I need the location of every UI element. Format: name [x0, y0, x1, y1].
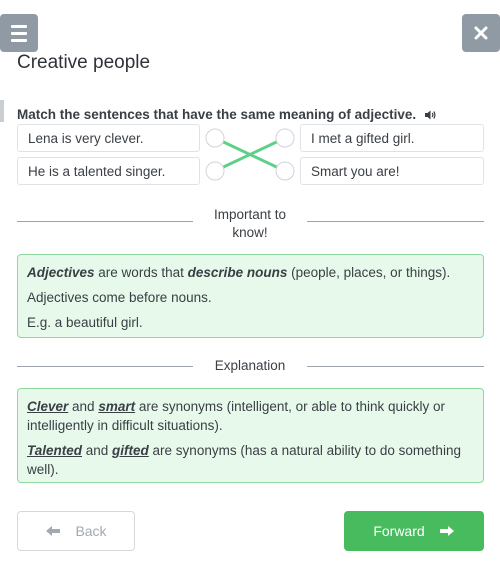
explanation-paragraph-2: Talented and gifted are synonyms (has a …: [27, 443, 461, 477]
menu-button[interactable]: [0, 14, 38, 52]
divider-right: [307, 221, 484, 222]
back-button[interactable]: Back: [17, 511, 135, 551]
accent-bar: [0, 100, 4, 122]
divider-left: [17, 221, 193, 222]
term-smart: smart: [98, 399, 136, 414]
arrow-left-icon: [46, 526, 61, 536]
forward-button[interactable]: Forward: [344, 511, 484, 551]
right-connector-2: [275, 161, 295, 181]
explanation-paragraph-1: Clever and smart are synonyms (intellige…: [27, 399, 445, 433]
back-label: Back: [75, 523, 107, 539]
hamburger-menu-icon: [11, 24, 27, 28]
speaker-icon[interactable]: [424, 109, 437, 121]
left-connector-1: [205, 128, 225, 148]
instruction-text: Match the sentences that have the same m…: [17, 107, 417, 122]
important-definition: Adjectives are words that describe nouns…: [27, 265, 451, 280]
right-card-2[interactable]: Smart you are!: [300, 157, 484, 185]
left-card-1[interactable]: Lena is very clever.: [17, 124, 200, 152]
important-heading: Important to know!: [213, 207, 287, 240]
important-rule: Adjectives come before nouns.: [27, 290, 212, 305]
divider-left: [17, 366, 193, 367]
term-clever: Clever: [27, 399, 69, 414]
term-gifted: gifted: [112, 443, 149, 458]
instruction: Match the sentences that have the same m…: [17, 107, 437, 122]
term-describe-nouns: describe nouns: [187, 265, 288, 280]
forward-label: Forward: [373, 523, 425, 539]
right-connector-1: [275, 128, 295, 148]
important-box: Adjectives are words that describe nouns…: [17, 254, 484, 338]
explanation-box: Clever and smart are synonyms (intellige…: [17, 388, 484, 483]
match-connector-area: [205, 128, 295, 181]
page-title: Creative people: [17, 52, 151, 73]
explanation-heading: Explanation: [214, 358, 286, 373]
right-card-1[interactable]: I met a gifted girl.: [300, 124, 484, 152]
left-card-2[interactable]: He is a talented singer.: [17, 157, 200, 185]
left-connector-2: [205, 161, 225, 181]
divider-right: [307, 366, 484, 367]
important-example: E.g. a beautiful girl.: [27, 315, 143, 330]
close-x-icon: [474, 26, 488, 40]
term-talented: Talented: [27, 443, 83, 458]
arrow-right-icon: [439, 526, 454, 536]
term-adjectives: Adjectives: [27, 265, 95, 280]
close-button[interactable]: [462, 14, 500, 52]
